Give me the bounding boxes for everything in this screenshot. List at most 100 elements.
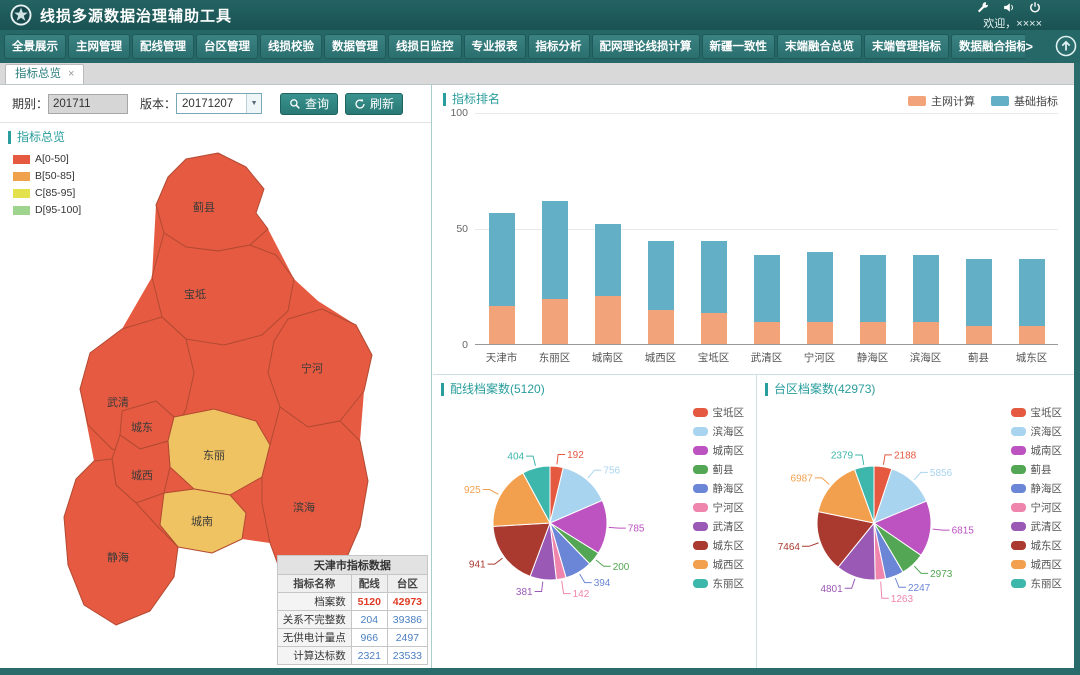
tab-indicator-overview[interactable]: 指标总览 × (5, 64, 84, 84)
pie-legend-item-3[interactable]: 蓟县 (693, 462, 745, 477)
nav-item-7[interactable]: 专业报表 (464, 34, 526, 59)
nav-item-3[interactable]: 台区管理 (196, 34, 258, 59)
scroll-top-button[interactable] (1054, 34, 1078, 58)
bar-chart-title: 指标排名 (443, 93, 500, 106)
pie-legend-item-9[interactable]: 东丽区 (693, 576, 745, 591)
nav-item-11[interactable]: 末端融合总览 (777, 34, 862, 59)
nav-item-13[interactable]: 数据融合指标 (951, 34, 1025, 59)
welcome-text: 欢迎，×××× (983, 15, 1042, 31)
nav-item-12[interactable]: 末端管理指标 (864, 34, 949, 59)
pie-legend-item-9[interactable]: 东丽区 (1011, 576, 1063, 591)
pie-legend-item-1[interactable]: 滨海区 (693, 424, 745, 439)
speaker-icon[interactable] (1002, 1, 1016, 14)
pie-legend-item-2[interactable]: 城南区 (1011, 443, 1063, 458)
bar-segment-7-1[interactable] (860, 255, 886, 322)
pie-legend-item-0[interactable]: 宝坻区 (1011, 405, 1063, 420)
pie-legend-item-7[interactable]: 城东区 (1011, 538, 1063, 553)
pie-label-line (557, 455, 565, 465)
pie-value-label: 756 (603, 466, 620, 477)
pie-legend-item-8[interactable]: 城西区 (693, 557, 745, 572)
y-tick-label: 0 (462, 339, 468, 351)
tianjin-stats-table: 天津市指标数据 指标名称配线台区 档案数512042973关系不完整数20439… (277, 555, 428, 665)
nav-item-6[interactable]: 线损日监控 (388, 34, 462, 59)
search-button[interactable]: 查询 (280, 93, 338, 115)
nav-item-2[interactable]: 配线管理 (132, 34, 194, 59)
power-icon[interactable] (1028, 1, 1042, 14)
refresh-button[interactable]: 刷新 (345, 93, 403, 115)
pie-legend-item-4[interactable]: 静海区 (693, 481, 745, 496)
pie-label-line (883, 455, 892, 465)
bar-x-labels: 天津市东丽区城南区城西区宝坻区武清区宁河区静海区滨海区蓟县城东区 (475, 350, 1058, 365)
nav-item-10[interactable]: 新疆一致性 (702, 34, 776, 59)
bar-segment-9-1[interactable] (966, 259, 992, 326)
bar-segment-6-1[interactable] (807, 252, 833, 322)
bar-segment-2-0[interactable] (595, 296, 621, 345)
bar-segment-1-0[interactable] (542, 299, 568, 345)
bar-segment-4-0[interactable] (701, 313, 727, 346)
x-category-label: 城南区 (581, 350, 634, 365)
nav-item-0[interactable]: 全景展示 (4, 34, 66, 59)
stats-col-header: 指标名称 (277, 575, 351, 593)
x-category-label: 静海区 (846, 350, 899, 365)
map-label-baodi: 宝坻 (184, 287, 206, 301)
bar-segment-0-0[interactable] (489, 306, 515, 345)
nav-overflow-arrow-icon[interactable]: > (1025, 39, 1033, 54)
bar-segment-9-0[interactable] (966, 326, 992, 345)
bar-segment-7-0[interactable] (860, 322, 886, 345)
bar-segment-10-1[interactable] (1019, 259, 1045, 326)
tab-close-icon[interactable]: × (68, 65, 74, 84)
station-archives-pie-title: 台区档案数(42973) (765, 383, 875, 396)
right-edge-strip (1074, 30, 1080, 675)
pie-label-line (483, 490, 499, 495)
bar-segment-0-1[interactable] (489, 213, 515, 306)
pie-value-label: 2247 (908, 583, 931, 594)
bar-segment-3-1[interactable] (648, 241, 674, 311)
y-tick-label: 100 (450, 107, 468, 119)
bar-segment-6-0[interactable] (807, 322, 833, 345)
pie-legend-item-6[interactable]: 武清区 (693, 519, 745, 534)
bar-segment-5-1[interactable] (754, 255, 780, 322)
bar-chart: 天津市东丽区城南区城西区宝坻区武清区宁河区静海区滨海区蓟县城东区 050100 (475, 113, 1058, 345)
map-label-dongli: 东丽 (203, 449, 225, 462)
nav-item-9[interactable]: 配网理论线损计算 (592, 34, 700, 59)
pie-legend-item-4[interactable]: 静海区 (1011, 481, 1063, 496)
period-input[interactable] (48, 94, 128, 114)
pie-label-line (802, 543, 819, 546)
pie-legend-item-3[interactable]: 蓟县 (1011, 462, 1063, 477)
overview-panel: 期别： 版本： 20171207 ▼ 查询 刷新 指标总览 A[0-50]B[5… (0, 85, 432, 668)
app-logo-icon (10, 4, 32, 26)
pie-value-label: 5856 (930, 468, 953, 479)
tab-label: 指标总览 (15, 65, 61, 84)
nav-item-5[interactable]: 数据管理 (324, 34, 386, 59)
pie-legend-item-7[interactable]: 城东区 (693, 538, 745, 553)
bar-segment-5-0[interactable] (754, 322, 780, 345)
bar-segment-8-1[interactable] (913, 255, 939, 322)
nav-item-8[interactable]: 指标分析 (528, 34, 590, 59)
bar-plot (475, 113, 1058, 345)
map-label-wuqing: 武清 (107, 396, 129, 409)
pie-label-line (815, 478, 830, 485)
pie-value-label: 6987 (791, 473, 814, 484)
bar-segment-1-1[interactable] (542, 201, 568, 298)
nav-item-4[interactable]: 线损校验 (260, 34, 322, 59)
pie-legend-item-1[interactable]: 滨海区 (1011, 424, 1063, 439)
pie-value-label: 1263 (891, 594, 914, 605)
bar-segment-8-0[interactable] (913, 322, 939, 345)
bar-legend-item[interactable]: 基础指标 (991, 93, 1058, 109)
nav-item-1[interactable]: 主网管理 (68, 34, 130, 59)
pie-legend-item-5[interactable]: 宁河区 (1011, 500, 1063, 515)
wrench-icon[interactable] (976, 1, 990, 14)
pie-legend-item-0[interactable]: 宝坻区 (693, 405, 745, 420)
bar-segment-4-1[interactable] (701, 241, 727, 313)
pie-legend-item-8[interactable]: 城西区 (1011, 557, 1063, 572)
version-select[interactable]: 20171207 ▼ (176, 93, 262, 114)
pie-legend-item-6[interactable]: 武清区 (1011, 519, 1063, 534)
x-category-label: 城东区 (1005, 350, 1058, 365)
bar-segment-3-0[interactable] (648, 310, 674, 345)
bar-segment-10-0[interactable] (1019, 326, 1045, 345)
bar-legend-item[interactable]: 主网计算 (908, 93, 975, 109)
map-label-chengxi: 城西 (131, 469, 153, 482)
bar-segment-2-1[interactable] (595, 224, 621, 296)
pie-legend-item-5[interactable]: 宁河区 (693, 500, 745, 515)
pie-legend-item-2[interactable]: 城南区 (693, 443, 745, 458)
